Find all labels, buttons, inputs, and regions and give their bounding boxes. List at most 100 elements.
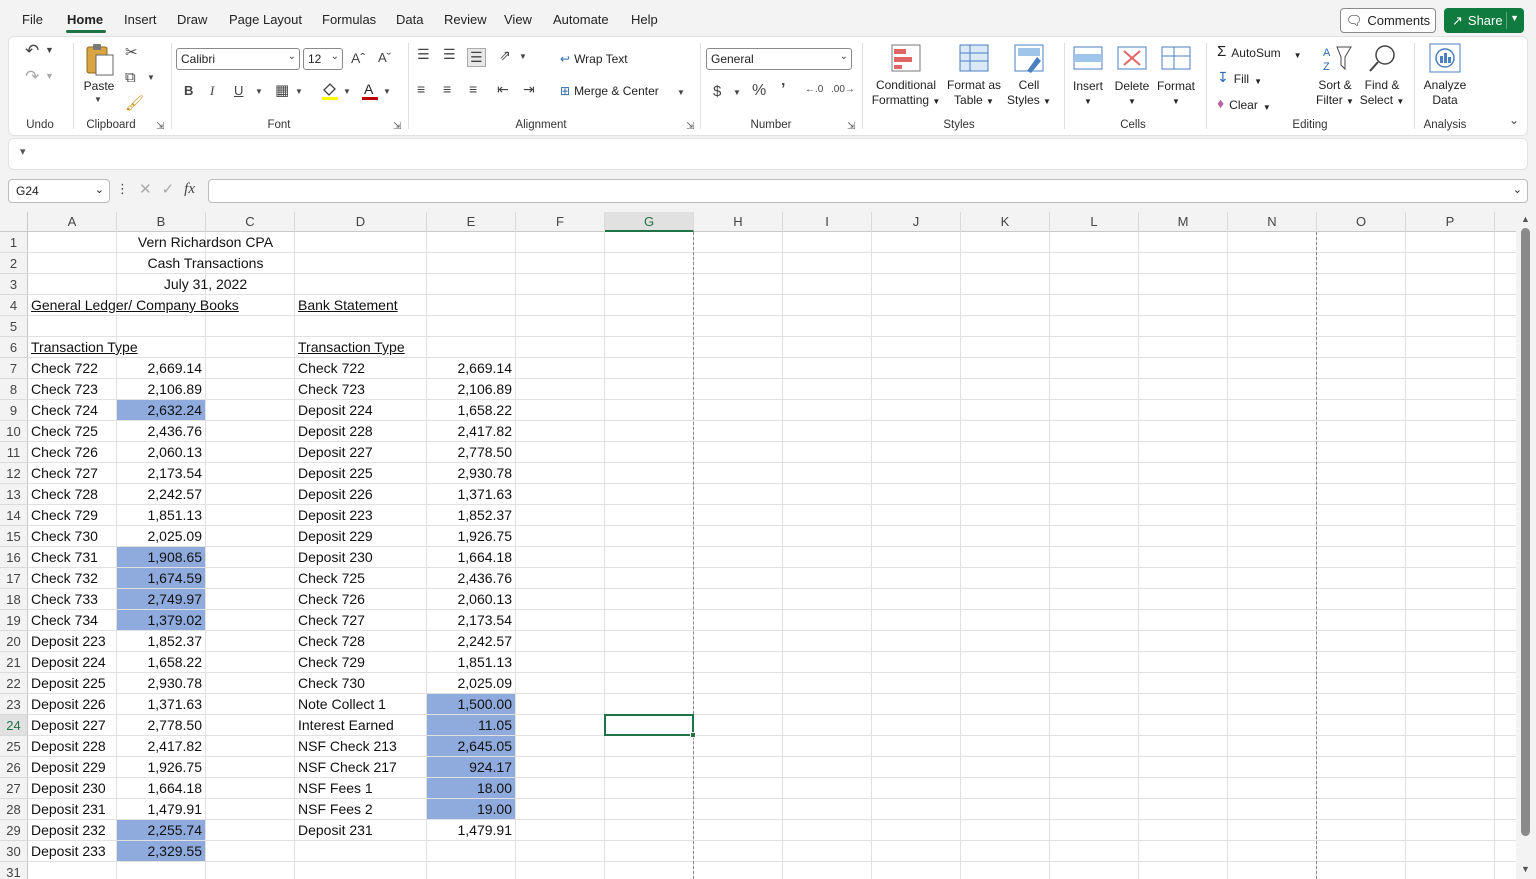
column-header-i[interactable]: I bbox=[783, 212, 872, 232]
bank-amount-cell[interactable]: 2,436.76 bbox=[427, 568, 515, 588]
tab-help[interactable]: Help bbox=[631, 12, 658, 27]
ledger-type-cell[interactable]: Check 726 bbox=[28, 442, 116, 462]
column-header-l[interactable]: L bbox=[1050, 212, 1139, 232]
tab-view[interactable]: View bbox=[504, 12, 532, 27]
ledger-type-cell[interactable]: Check 731 bbox=[28, 547, 116, 567]
bank-amount-cell[interactable]: 1,926.75 bbox=[427, 526, 515, 546]
ledger-type-cell[interactable]: Check 732 bbox=[28, 568, 116, 588]
bank-amount-cell[interactable]: 1,852.37 bbox=[427, 505, 515, 525]
align-middle-icon[interactable]: ☰ bbox=[443, 46, 456, 63]
decrease-indent-icon[interactable]: ⇤ bbox=[497, 81, 509, 98]
bank-type-cell[interactable]: Check 723 bbox=[295, 379, 426, 399]
paste-label[interactable]: Paste bbox=[81, 79, 117, 94]
ledger-amount-cell[interactable]: 1,479.91 bbox=[117, 799, 205, 819]
ledger-amount-cell[interactable]: 1,908.65 bbox=[117, 547, 205, 567]
align-center-icon[interactable]: ≡ bbox=[443, 81, 451, 97]
row-header-28[interactable]: 28 bbox=[0, 799, 28, 820]
bank-amount-cell[interactable]: 11.05 bbox=[427, 715, 515, 735]
bank-type-cell[interactable]: Deposit 223 bbox=[295, 505, 426, 525]
bank-type-cell[interactable]: Check 722 bbox=[295, 358, 426, 378]
chevron-down-icon[interactable]: ▼ bbox=[147, 73, 155, 82]
row-header-18[interactable]: 18 bbox=[0, 589, 28, 610]
bank-type-cell[interactable]: Deposit 225 bbox=[295, 463, 426, 483]
font-color-icon[interactable]: A bbox=[360, 81, 380, 101]
bank-amount-cell[interactable]: 2,060.13 bbox=[427, 589, 515, 609]
column-header-k[interactable]: K bbox=[961, 212, 1050, 232]
format-as-table-icon[interactable] bbox=[958, 43, 990, 73]
column-header-b[interactable]: B bbox=[117, 212, 206, 232]
ledger-header[interactable]: General Ledger/ Company Books bbox=[28, 295, 294, 315]
select-all-corner[interactable] bbox=[0, 212, 28, 232]
bank-amount-cell[interactable]: 18.00 bbox=[427, 778, 515, 798]
bank-type-cell[interactable]: Deposit 227 bbox=[295, 442, 426, 462]
fill-button[interactable]: ↧ Fill ▼ bbox=[1217, 70, 1262, 89]
row-header-24[interactable]: 24 bbox=[0, 715, 28, 736]
vertical-scrollbar[interactable]: ▲ ▼ bbox=[1516, 212, 1536, 879]
bank-type-cell[interactable]: Deposit 230 bbox=[295, 547, 426, 567]
ledger-type-cell[interactable]: Deposit 225 bbox=[28, 673, 116, 693]
decrease-font-size-icon[interactable]: Aˇ bbox=[378, 50, 391, 65]
bank-amount-cell[interactable]: 2,173.54 bbox=[427, 610, 515, 630]
column-header-n[interactable]: N bbox=[1228, 212, 1317, 232]
row-header-19[interactable]: 19 bbox=[0, 610, 28, 631]
row-header-14[interactable]: 14 bbox=[0, 505, 28, 526]
row-header-7[interactable]: 7 bbox=[0, 358, 28, 379]
bold-icon[interactable]: B bbox=[184, 83, 193, 98]
row-header-31[interactable]: 31 bbox=[0, 862, 28, 879]
fill-color-icon[interactable] bbox=[320, 81, 340, 101]
bank-type-cell[interactable]: Note Collect 1 bbox=[295, 694, 426, 714]
bank-type-cell[interactable]: Deposit 229 bbox=[295, 526, 426, 546]
bank-type-cell[interactable]: NSF Fees 2 bbox=[295, 799, 426, 819]
chevron-down-icon[interactable]: ▼ bbox=[1510, 13, 1519, 23]
column-header-j[interactable]: J bbox=[872, 212, 961, 232]
chevron-down-icon[interactable]: ▼ bbox=[94, 95, 102, 104]
increase-indent-icon[interactable]: ⇥ bbox=[523, 81, 535, 98]
ledger-amount-cell[interactable]: 1,379.02 bbox=[117, 610, 205, 630]
conditional-formatting-icon[interactable] bbox=[890, 43, 922, 73]
bank-amount-cell[interactable]: 2,669.14 bbox=[427, 358, 515, 378]
ledger-type-cell[interactable]: Deposit 232 bbox=[28, 820, 116, 840]
undo-icon[interactable]: ↶ bbox=[25, 41, 39, 61]
bank-type-cell[interactable]: Check 726 bbox=[295, 589, 426, 609]
ledger-amount-cell[interactable]: 2,106.89 bbox=[117, 379, 205, 399]
insert-function-icon[interactable]: fx bbox=[184, 181, 195, 198]
tab-review[interactable]: Review bbox=[444, 12, 487, 27]
scroll-down-icon[interactable]: ▼ bbox=[1521, 864, 1530, 874]
tab-formulas[interactable]: Formulas bbox=[322, 12, 376, 27]
bank-amount-cell[interactable]: 2,242.57 bbox=[427, 631, 515, 651]
comma-style-icon[interactable]: ’ bbox=[781, 81, 785, 99]
number-format-select[interactable]: General ⌄ bbox=[706, 48, 852, 70]
bank-type-cell[interactable]: Check 727 bbox=[295, 610, 426, 630]
bank-amount-cell[interactable]: 2,025.09 bbox=[427, 673, 515, 693]
sheet-subtitle[interactable]: Cash Transactions bbox=[117, 253, 294, 273]
column-header-o[interactable]: O bbox=[1317, 212, 1406, 232]
ledger-type-cell[interactable]: Check 733 bbox=[28, 589, 116, 609]
fill-handle[interactable] bbox=[690, 732, 696, 738]
ledger-type-cell[interactable]: Deposit 226 bbox=[28, 694, 116, 714]
row-header-26[interactable]: 26 bbox=[0, 757, 28, 778]
row-header-5[interactable]: 5 bbox=[0, 316, 28, 337]
sort-filter-button[interactable]: Sort & Filter ▼ bbox=[1313, 78, 1357, 109]
ledger-amount-cell[interactable]: 2,749.97 bbox=[117, 589, 205, 609]
format-button[interactable]: Format ▼ bbox=[1155, 79, 1197, 109]
column-header-h[interactable]: H bbox=[694, 212, 783, 232]
bank-type-cell[interactable]: Check 729 bbox=[295, 652, 426, 672]
tab-automate[interactable]: Automate bbox=[553, 12, 609, 27]
cell-styles-button[interactable]: Cell Styles ▼ bbox=[1005, 78, 1053, 109]
ledger-type-cell[interactable]: Check 734 bbox=[28, 610, 116, 630]
chevron-down-icon[interactable]: ▼ bbox=[343, 87, 351, 96]
copy-icon[interactable]: ⧉ bbox=[125, 69, 136, 86]
ledger-type-cell[interactable]: Check 727 bbox=[28, 463, 116, 483]
row-header-12[interactable]: 12 bbox=[0, 463, 28, 484]
bank-amount-cell[interactable]: 1,371.63 bbox=[427, 484, 515, 504]
bank-amount-cell[interactable]: 924.17 bbox=[427, 757, 515, 777]
ledger-type-cell[interactable]: Check 725 bbox=[28, 421, 116, 441]
bank-type-cell[interactable]: Deposit 226 bbox=[295, 484, 426, 504]
chevron-down-icon[interactable]: ▼ bbox=[733, 88, 741, 97]
bank-amount-cell[interactable]: 1,664.18 bbox=[427, 547, 515, 567]
bank-type-cell[interactable]: NSF Check 217 bbox=[295, 757, 426, 777]
ledger-type-cell[interactable]: Check 722 bbox=[28, 358, 116, 378]
row-header-23[interactable]: 23 bbox=[0, 694, 28, 715]
autosum-button[interactable]: Σ AutoSum ▼ bbox=[1217, 44, 1302, 63]
ledger-amount-cell[interactable]: 2,242.57 bbox=[117, 484, 205, 504]
